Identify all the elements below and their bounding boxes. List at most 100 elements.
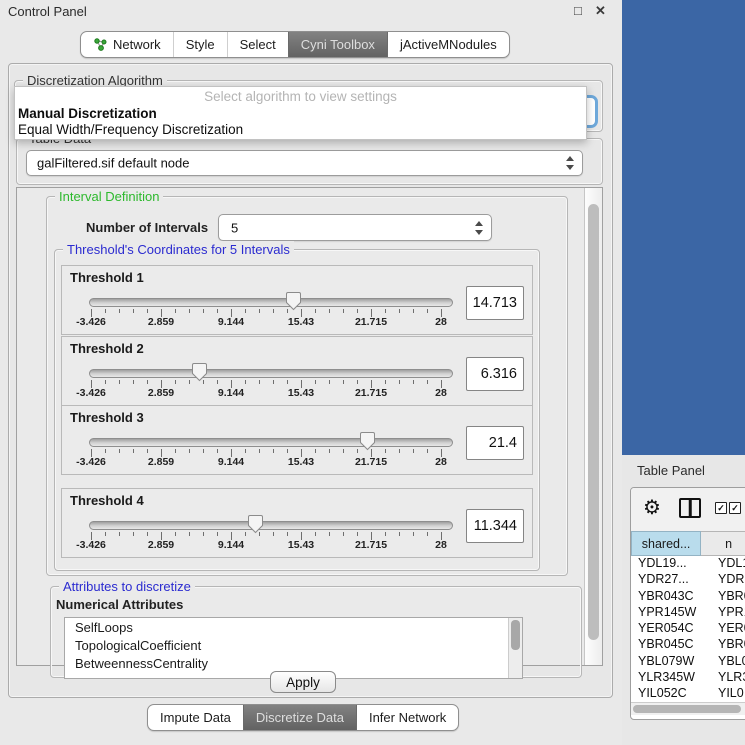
slider-thumb[interactable]: [359, 431, 376, 451]
axis-tick-label: 21.715: [355, 456, 387, 468]
threshold-label: Threshold 2: [70, 341, 144, 356]
cell-shared-name[interactable]: YIL052C: [631, 686, 709, 701]
control-panel: Control Panel □ ✕ Network Style Select Cyni…: [0, 0, 622, 745]
numerical-attributes-list[interactable]: SelfLoopsTopologicalCoefficientBetweenne…: [64, 617, 523, 679]
cell-shared-name[interactable]: YER054C: [631, 621, 709, 637]
table-row[interactable]: YLR345WYLR3: [631, 670, 745, 686]
tab-select[interactable]: Select: [227, 32, 288, 57]
dropdown-option-equal-width[interactable]: Equal Width/Frequency Discretization: [18, 122, 243, 137]
tab-infer-network[interactable]: Infer Network: [356, 705, 458, 730]
axis-tick-label: -3.426: [76, 456, 106, 468]
axis-tick-label: 2.859: [148, 456, 174, 468]
table-toolbar: ⚙ ✓ ✓: [631, 488, 745, 531]
slider-track[interactable]: [89, 521, 453, 530]
slider-track[interactable]: [89, 298, 453, 307]
cell-shared-name[interactable]: YPR145W: [631, 605, 709, 621]
slider-axis-labels: -3.4262.8599.14415.4321.71528: [62, 539, 470, 553]
slider-thumb[interactable]: [285, 291, 302, 311]
table-row[interactable]: YPR145WYPR1: [631, 605, 745, 621]
checkbox-icon[interactable]: ✓: [729, 502, 741, 514]
cell-name[interactable]: YER0: [709, 621, 745, 637]
dropdown-option-manual[interactable]: Manual Discretization: [18, 106, 157, 121]
tab-label: Discretize Data: [256, 710, 344, 725]
table-header-row: shared... n: [631, 531, 745, 556]
cell-name[interactable]: YDL1: [709, 556, 745, 572]
table-row[interactable]: YBL079WYBL0: [631, 654, 745, 670]
table-data-combobox[interactable]: galFiltered.sif default node: [26, 150, 583, 176]
cell-shared-name[interactable]: YLR345W: [631, 670, 709, 686]
threshold-value-input[interactable]: [466, 509, 524, 543]
axis-tick-label: 15.43: [288, 316, 314, 328]
split-view-icon[interactable]: [679, 498, 701, 518]
network-tab-icon: [93, 38, 108, 52]
tab-style[interactable]: Style: [173, 32, 227, 57]
num-intervals-combobox[interactable]: 5: [218, 214, 492, 241]
cell-shared-name[interactable]: YBR045C: [631, 637, 709, 653]
attributes-scrollbar[interactable]: [508, 618, 522, 678]
close-panel-icon[interactable]: ✕: [595, 3, 606, 19]
tab-jactivemnodules[interactable]: jActiveMNodules: [387, 32, 509, 57]
axis-tick-label: 9.144: [218, 539, 244, 551]
float-window-icon[interactable]: □: [574, 3, 582, 18]
threshold-slider[interactable]: -3.4262.8599.14415.4321.71528: [62, 432, 470, 474]
scrollbar-thumb[interactable]: [511, 620, 520, 650]
cell-name[interactable]: YBL0: [709, 654, 745, 670]
cell-shared-name[interactable]: YDR27...: [631, 572, 709, 588]
tab-label: Cyni Toolbox: [301, 37, 375, 52]
table-row[interactable]: YIL052CYIL0: [631, 686, 745, 701]
chevron-updown-icon: [475, 221, 484, 235]
table-row[interactable]: YDR27...YDR2: [631, 572, 745, 588]
attribute-list-item[interactable]: SelfLoops: [65, 618, 522, 636]
attribute-list-item[interactable]: BetweennessCentrality: [65, 654, 522, 672]
tab-label: Network: [113, 37, 161, 52]
threshold-slider[interactable]: -3.4262.8599.14415.4321.71528: [62, 515, 470, 557]
attribute-list-item[interactable]: TopologicalCoefficient: [65, 636, 522, 654]
tab-impute-data[interactable]: Impute Data: [148, 705, 243, 730]
cell-name[interactable]: YLR3: [709, 670, 745, 686]
cell-shared-name[interactable]: YBL079W: [631, 654, 709, 670]
table-row[interactable]: YDL19...YDL1: [631, 556, 745, 572]
checkbox-icon[interactable]: ✓: [715, 502, 727, 514]
cell-name[interactable]: YBR0: [709, 589, 745, 605]
scrollbar-thumb[interactable]: [588, 204, 599, 640]
horizontal-scrollbar[interactable]: [631, 702, 745, 715]
slider-thumb[interactable]: [191, 362, 208, 382]
cell-shared-name[interactable]: YDL19...: [631, 556, 709, 572]
tab-cyni-toolbox[interactable]: Cyni Toolbox: [288, 32, 387, 57]
gear-icon[interactable]: ⚙: [643, 496, 661, 520]
cell-name[interactable]: YBR0: [709, 637, 745, 653]
table-row[interactable]: YBR043CYBR0: [631, 589, 745, 605]
threshold-value-input[interactable]: [466, 286, 524, 320]
axis-tick-label: 9.144: [218, 316, 244, 328]
tab-discretize-data[interactable]: Discretize Data: [243, 705, 356, 730]
vertical-scrollbar[interactable]: [584, 188, 602, 665]
slider-thumb[interactable]: [247, 514, 264, 534]
threshold-slider[interactable]: -3.4262.8599.14415.4321.71528: [62, 292, 470, 334]
scrollbar-thumb[interactable]: [633, 705, 741, 713]
axis-tick-label: 9.144: [218, 456, 244, 468]
threshold-value-input[interactable]: [466, 357, 524, 391]
slider-axis-labels: -3.4262.8599.14415.4321.71528: [62, 387, 470, 401]
cell-name[interactable]: YIL0: [709, 686, 745, 701]
column-header-shared-name[interactable]: shared...: [631, 531, 701, 556]
slider-track[interactable]: [89, 438, 453, 447]
axis-tick-label: -3.426: [76, 539, 106, 551]
table-row[interactable]: YER054CYER0: [631, 621, 745, 637]
dropdown-hint-item[interactable]: Select algorithm to view settings: [15, 89, 586, 104]
column-header-name[interactable]: n: [701, 531, 745, 556]
slider-track[interactable]: [89, 369, 453, 378]
threshold-label: Threshold 3: [70, 410, 144, 425]
tab-network[interactable]: Network: [81, 32, 173, 57]
cell-shared-name[interactable]: YBR043C: [631, 589, 709, 605]
cell-name[interactable]: YPR1: [709, 605, 745, 621]
threshold-slider[interactable]: -3.4262.8599.14415.4321.71528: [62, 363, 470, 405]
table-row[interactable]: YBR045CYBR0: [631, 637, 745, 653]
tab-label: Select: [240, 37, 276, 52]
axis-tick-label: 21.715: [355, 387, 387, 399]
axis-tick-label: 21.715: [355, 539, 387, 551]
control-panel-titlebar: Control Panel □ ✕: [0, 0, 622, 24]
threshold-value-input[interactable]: [466, 426, 524, 460]
num-intervals-label: Number of Intervals: [86, 220, 208, 235]
cell-name[interactable]: YDR2: [709, 572, 745, 588]
apply-button[interactable]: Apply: [270, 671, 336, 693]
